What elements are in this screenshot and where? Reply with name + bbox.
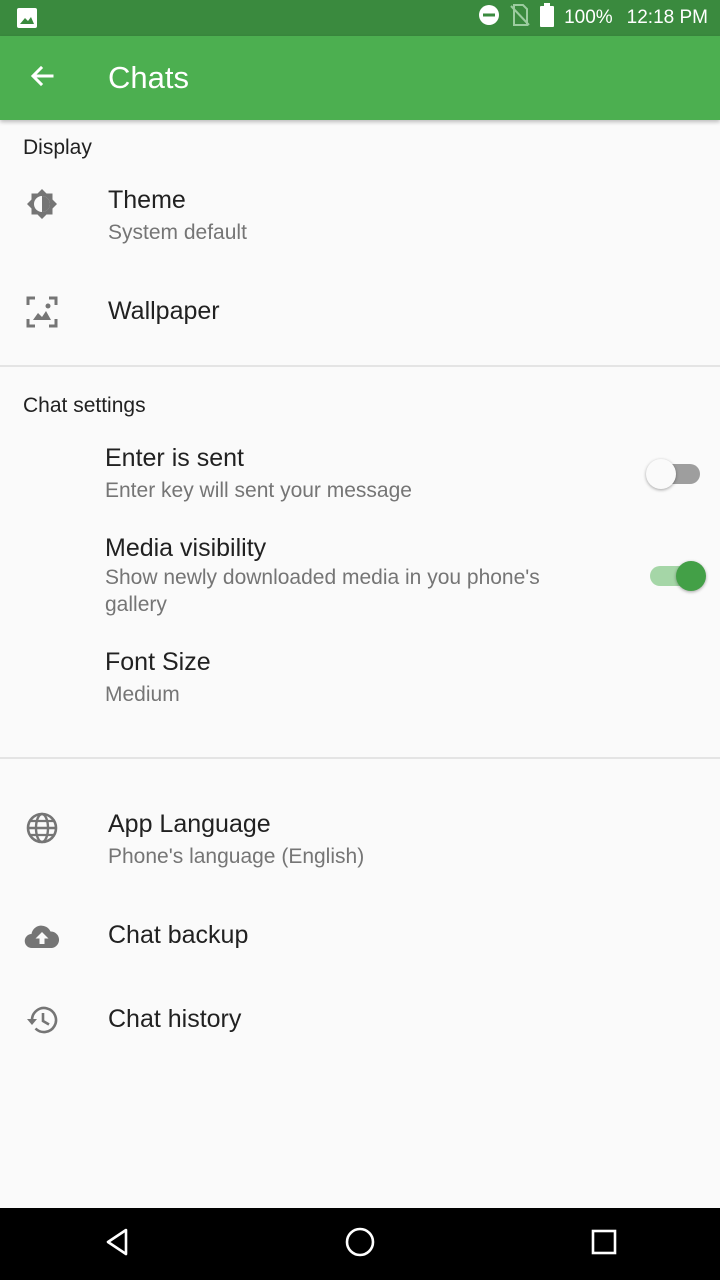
nav-recents-button[interactable] <box>584 1224 624 1264</box>
media-visibility-title: Media visibility <box>105 534 267 562</box>
battery-percent: 100% <box>564 7 613 28</box>
enter-is-sent-toggle[interactable] <box>646 453 706 493</box>
nav-home-button[interactable] <box>340 1224 380 1264</box>
media-visibility-toggle[interactable] <box>648 555 708 595</box>
toggle-thumb <box>646 459 676 489</box>
nav-back-button[interactable] <box>97 1224 137 1264</box>
chat-backup-title: Chat backup <box>108 921 249 949</box>
app-language-subtitle: Phone's language (English) <box>108 845 365 868</box>
app-bar: Chats <box>0 36 720 120</box>
arrow-back-icon <box>28 62 56 95</box>
recents-square-icon <box>590 1228 618 1261</box>
history-icon <box>22 1000 62 1040</box>
theme-title: Theme <box>108 186 186 214</box>
globe-icon <box>22 808 62 848</box>
cloud-upload-icon <box>22 916 62 956</box>
image-icon <box>16 7 38 29</box>
do-not-disturb-icon <box>478 4 500 32</box>
status-icons: 100% 12:18 PM <box>478 0 708 36</box>
section-header-display: Display <box>23 136 92 159</box>
brightness-icon <box>22 184 62 224</box>
wallpaper-title: Wallpaper <box>108 297 220 325</box>
back-button[interactable] <box>22 58 62 98</box>
font-size-subtitle: Medium <box>105 683 180 706</box>
divider <box>0 757 720 759</box>
clock: 12:18 PM <box>626 7 708 28</box>
enter-is-sent-title: Enter is sent <box>105 444 244 472</box>
home-circle-icon <box>344 1226 376 1263</box>
back-triangle-icon <box>102 1227 132 1262</box>
section-header-chat-settings: Chat settings <box>23 394 146 417</box>
chat-history-title: Chat history <box>108 1005 242 1033</box>
divider <box>0 365 720 367</box>
font-size-title: Font Size <box>105 648 211 676</box>
app-language-title: App Language <box>108 810 271 838</box>
page-title: Chats <box>108 60 189 95</box>
navigation-bar <box>0 1208 720 1280</box>
battery-icon <box>540 3 555 33</box>
media-visibility-subtitle: Show newly downloaded media in you phone… <box>105 566 540 616</box>
enter-is-sent-subtitle: Enter key will sent your message <box>105 479 412 502</box>
toggle-thumb <box>676 561 706 591</box>
no-sim-icon <box>510 4 530 32</box>
wallpaper-icon <box>22 292 62 332</box>
theme-subtitle: System default <box>108 221 247 244</box>
status-bar: 100% 12:18 PM <box>0 0 720 36</box>
